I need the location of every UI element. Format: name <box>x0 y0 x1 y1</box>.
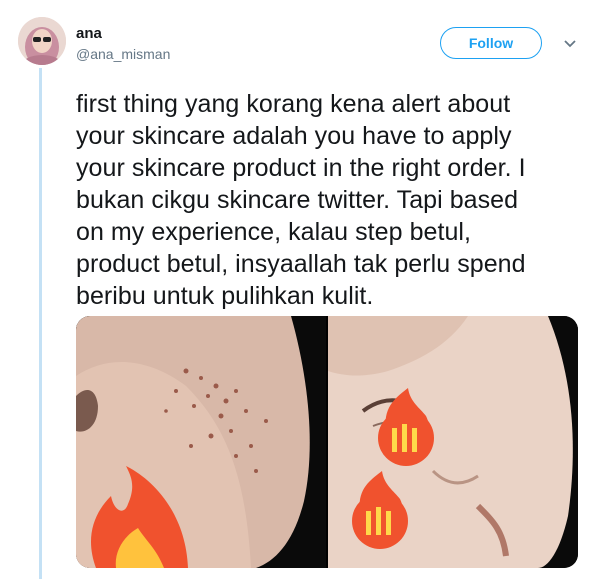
follow-button[interactable]: Follow <box>440 27 542 59</box>
display-name[interactable]: ana <box>76 25 102 42</box>
avatar[interactable] <box>18 17 66 65</box>
user-handle[interactable]: @ana_misman <box>76 46 170 62</box>
avatar-image <box>18 17 66 65</box>
thread-line <box>39 68 42 579</box>
chevron-down-icon[interactable] <box>560 34 580 54</box>
photo-acne-skin[interactable] <box>76 316 326 568</box>
photo-clear-skin[interactable] <box>328 316 578 568</box>
tweet-text: first thing yang korang kena alert about… <box>76 90 526 310</box>
tweet-media[interactable] <box>76 316 578 568</box>
